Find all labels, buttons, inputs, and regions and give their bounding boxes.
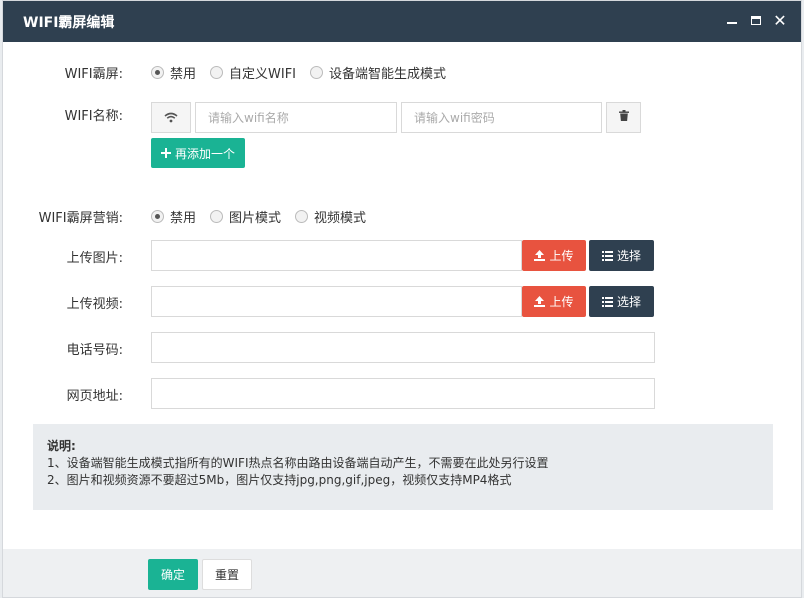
radio-icon bbox=[210, 66, 224, 79]
marketing-label: WIFI霸屏营销: bbox=[38, 211, 123, 226]
select-video-button[interactable]: 选择 bbox=[589, 286, 654, 317]
trash-icon bbox=[618, 110, 629, 125]
upload-video-input[interactable] bbox=[151, 286, 522, 317]
radio-icon bbox=[295, 210, 309, 223]
note-box: 说明: 1、设备端智能生成模式指所有的WIFI热点名称由路由设备端自动产生，不需… bbox=[33, 424, 773, 510]
dialog-title: WIFI霸屏编辑 bbox=[23, 15, 115, 31]
add-wifi-button[interactable]: 再添加一个 bbox=[151, 138, 245, 168]
radio-icon bbox=[310, 66, 324, 79]
marketing-option-video[interactable]: 视频模式 bbox=[295, 207, 366, 226]
reset-button[interactable]: 重置 bbox=[202, 559, 252, 590]
confirm-button[interactable]: 确定 bbox=[148, 559, 198, 590]
wifi-mode-option-custom[interactable]: 自定义WIFI bbox=[210, 63, 296, 82]
dialog-footer: 确定 重置 bbox=[3, 549, 801, 597]
wifi-mode-option-device[interactable]: 设备端智能生成模式 bbox=[310, 63, 446, 82]
wifi-password-input[interactable] bbox=[401, 102, 602, 133]
minimize-icon[interactable] bbox=[723, 11, 741, 29]
upload-image-label: 上传图片: bbox=[66, 251, 123, 266]
webpage-input[interactable] bbox=[151, 378, 655, 409]
webpage-label: 网页地址: bbox=[66, 389, 123, 404]
dialog-titlebar: WIFI霸屏编辑 ✕ bbox=[3, 1, 801, 42]
wifi-name-input[interactable] bbox=[195, 102, 397, 133]
radio-checked-icon bbox=[151, 210, 164, 223]
wifi-mode-option-disabled[interactable]: 禁用 bbox=[151, 63, 196, 82]
marketing-radio-group: 禁用 图片模式 视频模式 bbox=[151, 207, 380, 226]
wifi-mode-label: WIFI霸屏: bbox=[64, 67, 123, 82]
note-line: 1、设备端智能生成模式指所有的WIFI热点名称由路由设备端自动产生，不需要在此处… bbox=[47, 456, 549, 470]
phone-label: 电话号码: bbox=[66, 343, 123, 358]
wifi-name-label: WIFI名称: bbox=[64, 109, 123, 124]
upload-image-input[interactable] bbox=[151, 240, 522, 271]
select-image-button[interactable]: 选择 bbox=[589, 240, 654, 271]
wifi-icon[interactable] bbox=[151, 102, 191, 133]
list-icon bbox=[601, 250, 613, 261]
upload-icon bbox=[534, 250, 546, 261]
upload-icon bbox=[534, 296, 546, 307]
marketing-option-disabled[interactable]: 禁用 bbox=[151, 207, 196, 226]
marketing-option-image[interactable]: 图片模式 bbox=[210, 207, 281, 226]
wifi-mode-radio-group: 禁用 自定义WIFI 设备端智能生成模式 bbox=[151, 63, 460, 82]
plus-icon bbox=[160, 148, 171, 158]
note-title: 说明: bbox=[47, 439, 76, 453]
delete-wifi-button[interactable] bbox=[606, 102, 641, 133]
phone-input[interactable] bbox=[151, 332, 655, 363]
maximize-icon[interactable] bbox=[747, 11, 765, 29]
upload-video-button[interactable]: 上传 bbox=[522, 286, 586, 317]
close-icon[interactable]: ✕ bbox=[771, 11, 789, 30]
radio-checked-icon bbox=[151, 66, 164, 79]
list-icon bbox=[601, 296, 613, 307]
upload-video-label: 上传视频: bbox=[66, 297, 123, 312]
note-line: 2、图片和视频资源不要超过5Mb，图片仅支持jpg,png,gif,jpeg，视… bbox=[47, 473, 512, 487]
radio-icon bbox=[210, 210, 224, 223]
wifi-edit-dialog: WIFI霸屏编辑 ✕ WIFI霸屏: 禁用 自定义WIFI 设备端智能生成模式 … bbox=[2, 0, 802, 598]
upload-image-button[interactable]: 上传 bbox=[522, 240, 586, 271]
